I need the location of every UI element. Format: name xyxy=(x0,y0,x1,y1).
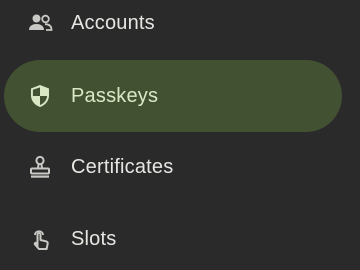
people-icon xyxy=(26,9,54,37)
nav-item-label: Slots xyxy=(71,227,117,250)
touch-icon xyxy=(26,225,54,253)
stamp-icon xyxy=(26,153,54,181)
nav-item-label: Passkeys xyxy=(71,84,159,107)
nav-item-certificates[interactable]: Certificates xyxy=(4,131,342,203)
nav-item-passkeys[interactable]: Passkeys xyxy=(4,60,342,132)
shield-icon xyxy=(26,82,54,110)
nav-item-label: Certificates xyxy=(71,155,174,178)
navigation-drawer: Accounts Passkeys Certificates Slots xyxy=(0,0,360,270)
nav-item-slots[interactable]: Slots xyxy=(4,203,342,270)
nav-item-accounts[interactable]: Accounts xyxy=(4,0,342,59)
nav-item-label: Accounts xyxy=(71,11,155,34)
